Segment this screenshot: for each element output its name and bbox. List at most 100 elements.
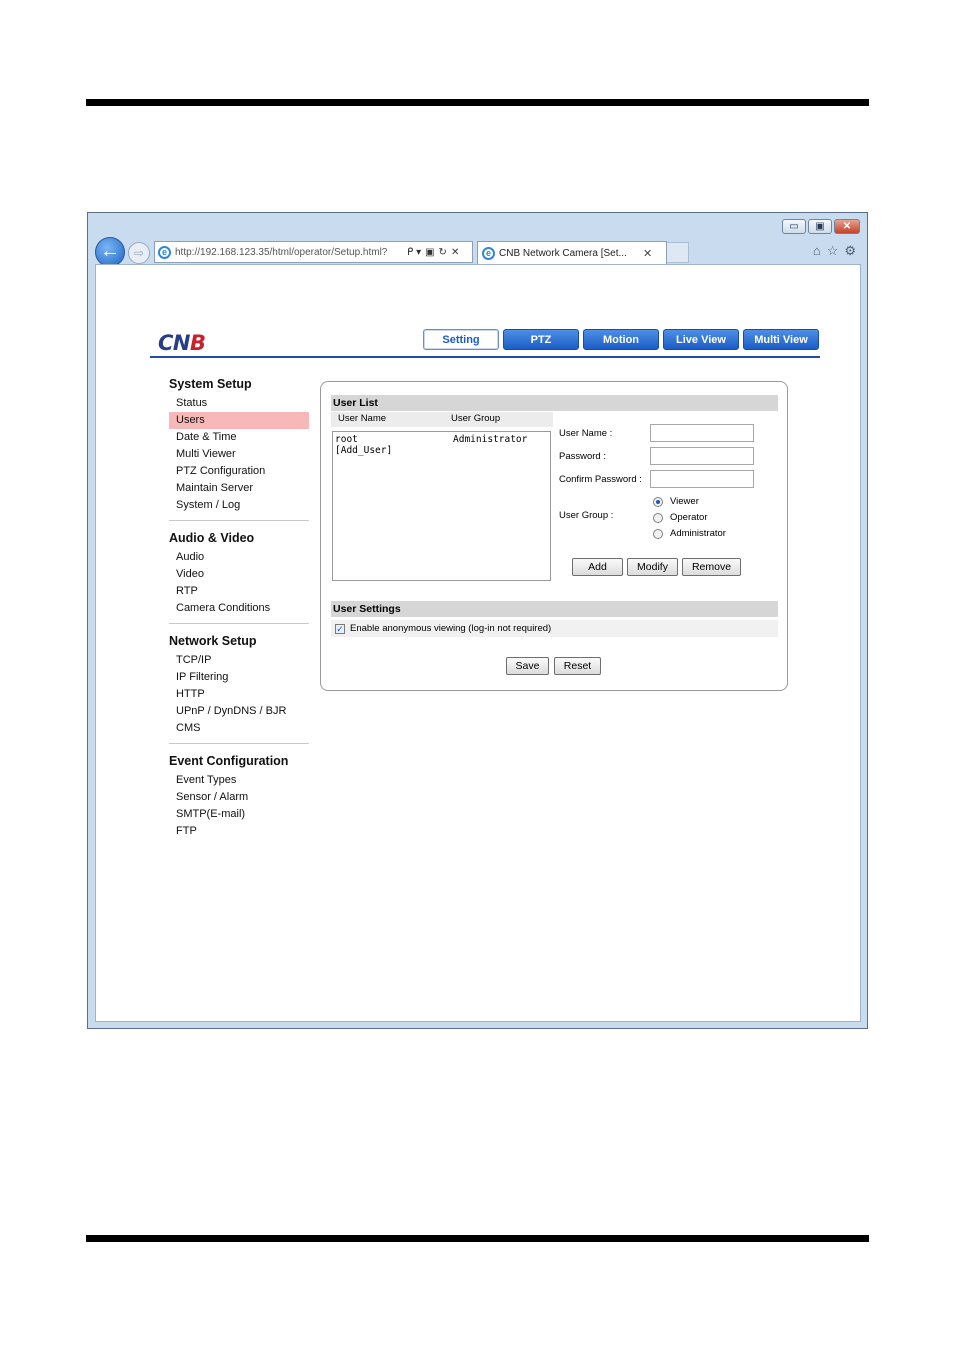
list-item-name: root: [335, 434, 358, 445]
col-user-name: User Name: [338, 413, 387, 424]
browser-tab[interactable]: e CNB Network Camera [Set... ✕: [477, 241, 667, 264]
stop-icon[interactable]: ✕: [451, 247, 459, 258]
list-item[interactable]: [Add_User]: [335, 445, 548, 456]
setup-sidebar: System Setup Status Users Date & Time Mu…: [169, 377, 309, 856]
tab-ie-icon: e: [482, 246, 495, 260]
radio-administrator[interactable]: Administrator: [653, 528, 726, 539]
anonymous-viewing-row: ✓ Enable anonymous viewing (log-in not r…: [331, 620, 778, 637]
radio-operator-button[interactable]: [653, 512, 663, 523]
radio-viewer[interactable]: Viewer: [653, 496, 699, 507]
radio-operator-label: Operator: [670, 512, 708, 523]
sidebar-item-smtp-email[interactable]: SMTP(E-mail): [169, 806, 309, 823]
ie-page-icon: e: [158, 245, 171, 259]
sidebar-group-system-setup: System Setup Status Users Date & Time Mu…: [169, 377, 309, 521]
sidebar-item-video[interactable]: Video: [169, 566, 309, 583]
sidebar-item-ftp[interactable]: FTP: [169, 823, 309, 840]
sidebar-group-title: Event Configuration: [169, 754, 289, 768]
radio-viewer-button[interactable]: [653, 496, 663, 507]
sidebar-item-multi-viewer[interactable]: Multi Viewer: [169, 446, 309, 463]
sidebar-item-ptz-configuration[interactable]: PTZ Configuration: [169, 463, 309, 480]
reset-button[interactable]: Reset: [554, 657, 601, 675]
logo-accent-text: B: [190, 331, 206, 355]
home-icon[interactable]: ⌂: [813, 243, 821, 259]
confirm-password-label: Confirm Password :: [559, 474, 642, 485]
sidebar-item-audio[interactable]: Audio: [169, 549, 309, 566]
sidebar-group-audio-video: Audio & Video Audio Video RTP Camera Con…: [169, 531, 309, 624]
sidebar-item-users[interactable]: Users: [169, 412, 309, 429]
modify-button[interactable]: Modify: [627, 558, 678, 576]
tab-title: CNB Network Camera [Set...: [499, 247, 627, 259]
tab-close-icon[interactable]: ✕: [643, 247, 652, 260]
user-list-header: User List: [331, 395, 778, 411]
save-button[interactable]: Save: [506, 657, 549, 675]
sidebar-item-http[interactable]: HTTP: [169, 686, 309, 703]
user-list-box[interactable]: root Administrator [Add_User]: [332, 431, 551, 581]
sidebar-item-event-types[interactable]: Event Types: [169, 772, 309, 789]
minimize-button[interactable]: ▭: [782, 219, 806, 234]
maximize-button[interactable]: ▣: [808, 219, 832, 234]
back-arrow-icon[interactable]: ←: [95, 237, 125, 267]
sidebar-item-ip-filtering[interactable]: IP Filtering: [169, 669, 309, 686]
sidebar-item-tcp-ip[interactable]: TCP/IP: [169, 652, 309, 669]
list-item-name: [Add_User]: [335, 445, 393, 456]
sidebar-group-title: Audio & Video: [169, 531, 255, 545]
sidebar-item-camera-conditions[interactable]: Camera Conditions: [169, 600, 309, 617]
radio-operator[interactable]: Operator: [653, 512, 708, 523]
sidebar-group-network-setup: Network Setup TCP/IP IP Filtering HTTP U…: [169, 634, 309, 744]
remove-button[interactable]: Remove: [682, 558, 741, 576]
new-tab-button[interactable]: [667, 242, 689, 263]
sidebar-item-maintain-server[interactable]: Maintain Server: [169, 480, 309, 497]
top-rule: [86, 99, 869, 106]
window-controls: ▭ ▣ ✕: [782, 219, 860, 234]
users-panel: User List User Name User Group root Admi…: [320, 381, 788, 691]
search-icon[interactable]: ᑭ ▾: [407, 247, 421, 258]
sidebar-group-title: System Setup: [169, 377, 252, 391]
main-nav: Setting PTZ Motion Live View Multi View: [423, 329, 819, 350]
anonymous-viewing-checkbox[interactable]: ✓: [335, 623, 345, 634]
password-input[interactable]: [650, 447, 754, 465]
anonymous-viewing-label: Enable anonymous viewing (log-in not req…: [350, 623, 552, 634]
tools-gear-icon[interactable]: ⚙: [844, 243, 856, 259]
sidebar-group-event-configuration: Event Configuration Event Types Sensor /…: [169, 754, 309, 846]
sidebar-item-rtp[interactable]: RTP: [169, 583, 309, 600]
list-item[interactable]: root Administrator: [335, 434, 548, 445]
address-url[interactable]: http://192.168.123.35/html/operator/Setu…: [175, 247, 403, 258]
col-user-group: User Group: [451, 413, 501, 424]
address-tools: ᑭ ▾ ▣ ↻ ✕: [407, 247, 459, 258]
browser-window: ▭ ▣ ✕ ← ⇨ e http://192.168.123.35/html/o…: [87, 212, 868, 1029]
page-viewport: CNB Setting PTZ Motion Live View Multi V…: [95, 264, 861, 1022]
sidebar-item-sensor-alarm[interactable]: Sensor / Alarm: [169, 789, 309, 806]
sidebar-item-status[interactable]: Status: [169, 395, 309, 412]
close-button[interactable]: ✕: [834, 219, 860, 234]
confirm-password-input[interactable]: [650, 470, 754, 488]
refresh-icon[interactable]: ↻: [439, 247, 447, 258]
sidebar-item-cms[interactable]: CMS: [169, 720, 309, 737]
compatibility-icon[interactable]: ▣: [425, 247, 434, 258]
user-name-input[interactable]: [650, 424, 754, 442]
header-divider: [150, 356, 820, 358]
tab-multi-view[interactable]: Multi View: [743, 329, 819, 350]
user-group-label: User Group :: [559, 510, 614, 521]
radio-viewer-label: Viewer: [670, 496, 699, 507]
tab-live-view[interactable]: Live View: [663, 329, 739, 350]
tab-motion[interactable]: Motion: [583, 329, 659, 350]
sidebar-item-date-time[interactable]: Date & Time: [169, 429, 309, 446]
radio-administrator-button[interactable]: [653, 528, 663, 539]
user-settings-header: User Settings: [331, 601, 778, 617]
sidebar-item-upnp-dyndns-bjr[interactable]: UPnP / DynDNS / BJR: [169, 703, 309, 720]
address-bar[interactable]: e http://192.168.123.35/html/operator/Se…: [154, 241, 473, 263]
list-item-group: Administrator: [453, 434, 528, 445]
sidebar-group-title: Network Setup: [169, 634, 257, 648]
radio-administrator-label: Administrator: [670, 528, 726, 539]
tab-ptz[interactable]: PTZ: [503, 329, 579, 350]
favorites-star-icon[interactable]: ☆: [827, 243, 839, 259]
forward-arrow-icon[interactable]: ⇨: [128, 242, 150, 264]
user-name-label: User Name :: [559, 428, 613, 439]
cnb-logo: CNB: [158, 331, 206, 355]
user-list-columns: User Name User Group: [331, 412, 553, 427]
tab-setting[interactable]: Setting: [423, 329, 499, 350]
add-button[interactable]: Add: [572, 558, 623, 576]
sidebar-item-system-log[interactable]: System / Log: [169, 497, 309, 514]
password-label: Password :: [559, 451, 606, 462]
logo-main-text: CN: [158, 331, 191, 355]
